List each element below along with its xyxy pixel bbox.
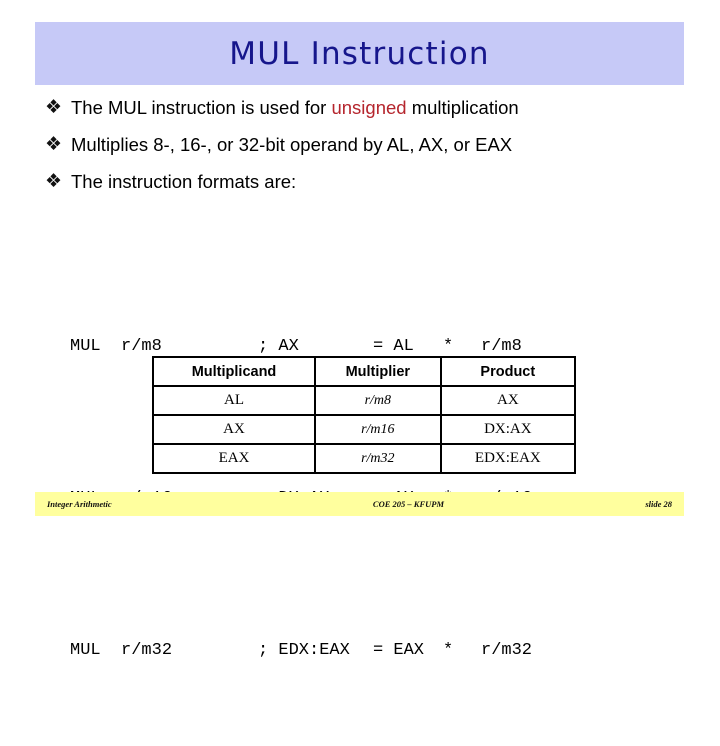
bullet-text: Multiplies 8-, 16-, or 32-bit operand by… — [71, 134, 513, 155]
code-comment: ; EDX:EAX — [258, 641, 350, 660]
footer-slide-number: slide 28 — [645, 499, 672, 509]
bullet-list: ❖ The MUL instruction is used for unsign… — [45, 96, 695, 207]
cell-product: AX — [439, 385, 577, 416]
list-item: ❖ The instruction formats are: — [45, 170, 695, 194]
code-operation: MUL r/m32 — [70, 641, 173, 660]
table-header-multiplicand: Multiplicand — [152, 356, 316, 387]
diamond-bullet-icon: ❖ — [45, 133, 63, 155]
page-title: MUL Instruction — [229, 35, 490, 72]
code-operand: r/m32 — [481, 641, 533, 660]
bullet-text-after: multiplication — [406, 97, 519, 118]
table-row: AX r/m16 DX:AX — [152, 414, 577, 445]
operand-table: Multiplicand Multiplier Product AL r/m8 … — [152, 356, 577, 474]
cell-multiplier: r/m16 — [314, 414, 442, 445]
code-times: * — [443, 641, 454, 660]
cell-product: EDX:EAX — [439, 443, 577, 474]
table-row: EAX r/m32 EDX:EAX — [152, 443, 577, 474]
cell-multiplier: r/m32 — [314, 443, 442, 474]
table-header-multiplier: Multiplier — [314, 356, 442, 387]
table-header-row: Multiplicand Multiplier Product — [152, 356, 577, 387]
diamond-bullet-icon: ❖ — [45, 96, 63, 118]
code-line: MUL r/m32 ; EDX:EAX = EAX * r/m32 — [70, 632, 532, 670]
table-header-product: Product — [439, 356, 577, 387]
title-banner: MUL Instruction — [35, 22, 684, 85]
table-row: AL r/m8 AX — [152, 385, 577, 416]
footer-bar: Integer Arithmetic COE 205 – KFUPM slide… — [35, 492, 684, 516]
diamond-bullet-icon: ❖ — [45, 170, 63, 192]
instruction-format-code-block: MUL r/m8 ; AX = AL * r/m8 MUL r/m16 ; DX… — [70, 214, 532, 746]
code-equals: = EAX — [373, 641, 425, 660]
list-item: ❖ The MUL instruction is used for unsign… — [45, 96, 695, 120]
cell-multiplier: r/m8 — [314, 385, 442, 416]
cell-multiplicand: EAX — [152, 443, 316, 474]
footer-topic: Integer Arithmetic — [47, 499, 112, 509]
bullet-text: The MUL instruction is used for unsigned… — [71, 96, 519, 119]
cell-multiplicand: AL — [152, 385, 316, 416]
list-item: ❖ Multiplies 8-, 16-, or 32-bit operand … — [45, 133, 695, 157]
bullet-text: The instruction formats are: — [71, 171, 297, 192]
cell-multiplicand: AX — [152, 414, 316, 445]
footer-course: COE 205 – KFUPM — [372, 499, 445, 509]
cell-product: DX:AX — [439, 414, 577, 445]
bullet-highlight-unsigned: unsigned — [331, 97, 407, 118]
bullet-text-before: The MUL instruction is used for — [71, 97, 332, 118]
